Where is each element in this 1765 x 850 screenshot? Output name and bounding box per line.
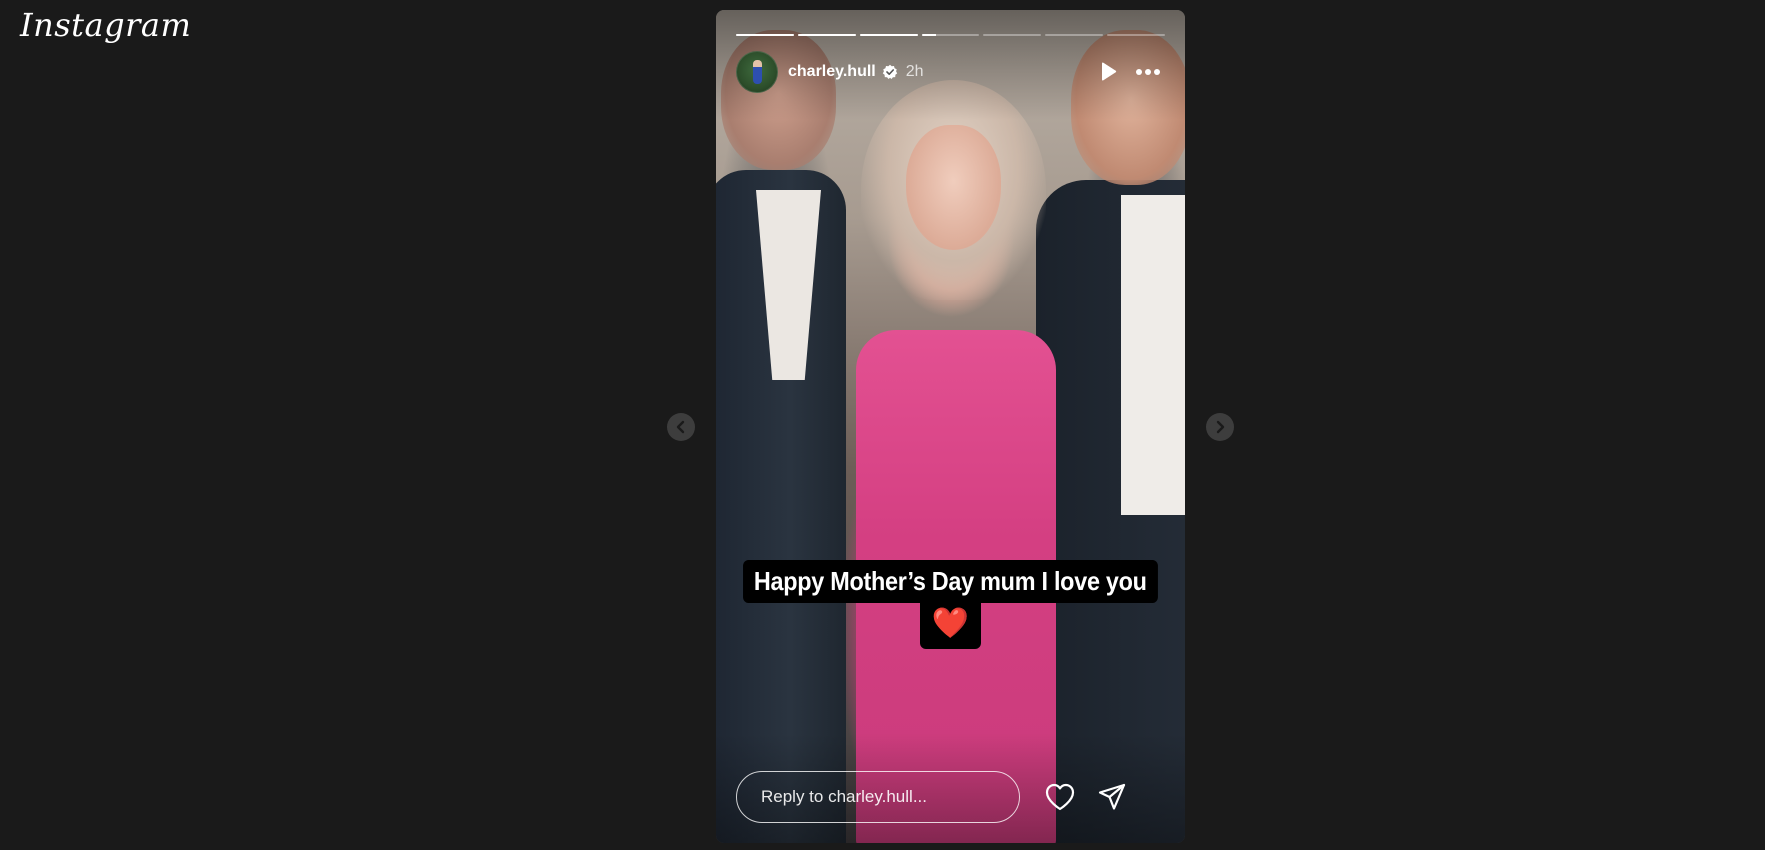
chevron-right-icon: [1216, 420, 1225, 434]
story-viewer[interactable]: charley.hull 2h Happy Mother’s Day mum I…: [716, 10, 1185, 843]
progress-segment: [1045, 34, 1104, 36]
send-icon: [1098, 783, 1126, 810]
heart-icon: [1045, 783, 1075, 811]
username[interactable]: charley.hull: [788, 63, 876, 81]
avatar[interactable]: [736, 51, 778, 93]
story-header: charley.hull 2h: [736, 51, 1165, 93]
reply-input[interactable]: [736, 771, 1020, 823]
progress-segment: [797, 34, 856, 36]
more-options-button[interactable]: [1131, 55, 1165, 89]
instagram-logo[interactable]: Instagram: [20, 6, 191, 44]
progress-segment: [921, 34, 980, 36]
previous-story-button[interactable]: [667, 413, 695, 441]
progress-segment: [736, 34, 794, 36]
reply-bar: [736, 770, 1165, 824]
caption-text: Happy Mother’s Day mum I love you: [743, 560, 1158, 603]
progress-segment: [983, 34, 1042, 36]
play-button[interactable]: [1091, 55, 1125, 89]
progress-segment: [859, 34, 918, 36]
heart-emoji: ❤️: [919, 603, 982, 649]
verified-badge-icon: [882, 64, 897, 79]
chevron-left-icon: [676, 420, 685, 434]
progress-segment: [1107, 34, 1166, 36]
like-button[interactable]: [1040, 777, 1080, 817]
next-story-button[interactable]: [1206, 413, 1234, 441]
story-caption: Happy Mother’s Day mum I love you ❤️: [716, 560, 1185, 649]
post-time: 2h: [905, 63, 924, 80]
play-icon: [1102, 62, 1117, 81]
share-button[interactable]: [1092, 777, 1132, 817]
story-progress-bar: [736, 34, 1166, 36]
more-options-icon: [1136, 69, 1160, 75]
